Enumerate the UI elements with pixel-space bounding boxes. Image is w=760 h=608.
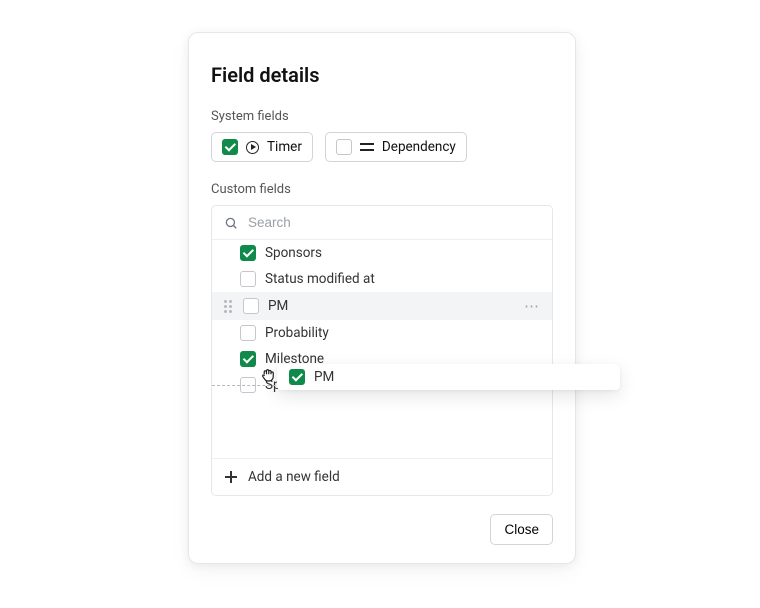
list-item-highlighted[interactable]: PM ⋯ [212, 292, 552, 320]
system-field-label: Timer [267, 139, 302, 155]
checkbox[interactable] [240, 271, 256, 287]
system-field-label: Dependency [382, 139, 456, 155]
search-row [212, 206, 552, 240]
checkbox-timer[interactable] [222, 139, 238, 155]
more-icon[interactable]: ⋯ [524, 297, 540, 315]
search-input[interactable] [246, 214, 540, 231]
system-fields-row: Timer Dependency [211, 132, 553, 162]
swap-icon [360, 140, 374, 154]
list-item[interactable]: Probability [212, 320, 552, 346]
field-label: PM [268, 298, 288, 314]
search-icon [224, 216, 238, 230]
checkbox-dependency[interactable] [336, 139, 352, 155]
add-field-label: Add a new field [248, 469, 340, 485]
system-field-dependency[interactable]: Dependency [325, 132, 467, 162]
checkbox[interactable] [240, 245, 256, 261]
close-button[interactable]: Close [490, 514, 553, 545]
plus-icon [224, 470, 238, 484]
modal-footer: Close [211, 514, 553, 545]
drag-handle-icon[interactable] [222, 300, 234, 313]
checkbox[interactable] [240, 325, 256, 341]
play-icon [246, 141, 259, 154]
system-field-timer[interactable]: Timer [211, 132, 313, 162]
field-label: Status modified at [265, 271, 375, 287]
field-details-modal: Field details System fields Timer Depend… [188, 32, 576, 564]
checkbox[interactable] [243, 298, 259, 314]
list-item[interactable]: Status modified at [212, 266, 552, 292]
checkbox[interactable] [240, 351, 256, 367]
add-field-button[interactable]: Add a new field [212, 458, 552, 495]
grab-cursor-icon [259, 366, 277, 384]
custom-fields-label: Custom fields [211, 182, 553, 197]
dragging-label: PM [314, 369, 334, 385]
custom-fields-box: Sponsors Status modified at PM ⋯ Probabi… [211, 205, 553, 496]
list-item[interactable]: Sponsors [212, 240, 552, 266]
system-fields-label: System fields [211, 109, 553, 124]
field-label: Sponsors [265, 245, 322, 261]
modal-title: Field details [211, 63, 553, 87]
custom-field-list: Sponsors Status modified at PM ⋯ Probabi… [212, 240, 552, 458]
dragging-item[interactable]: PM [277, 364, 620, 390]
field-label: Probability [265, 325, 329, 341]
checkbox[interactable] [289, 369, 305, 385]
